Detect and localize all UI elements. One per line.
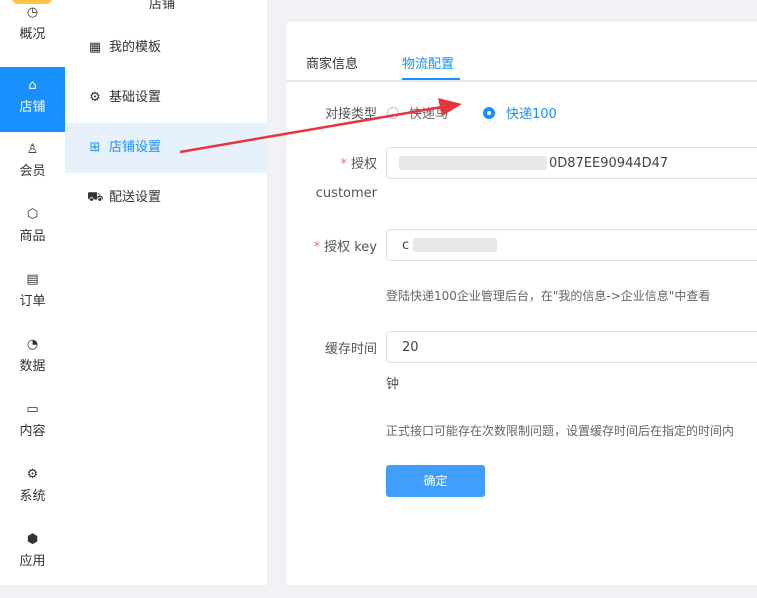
annotation-arrow-icon	[179, 98, 462, 154]
